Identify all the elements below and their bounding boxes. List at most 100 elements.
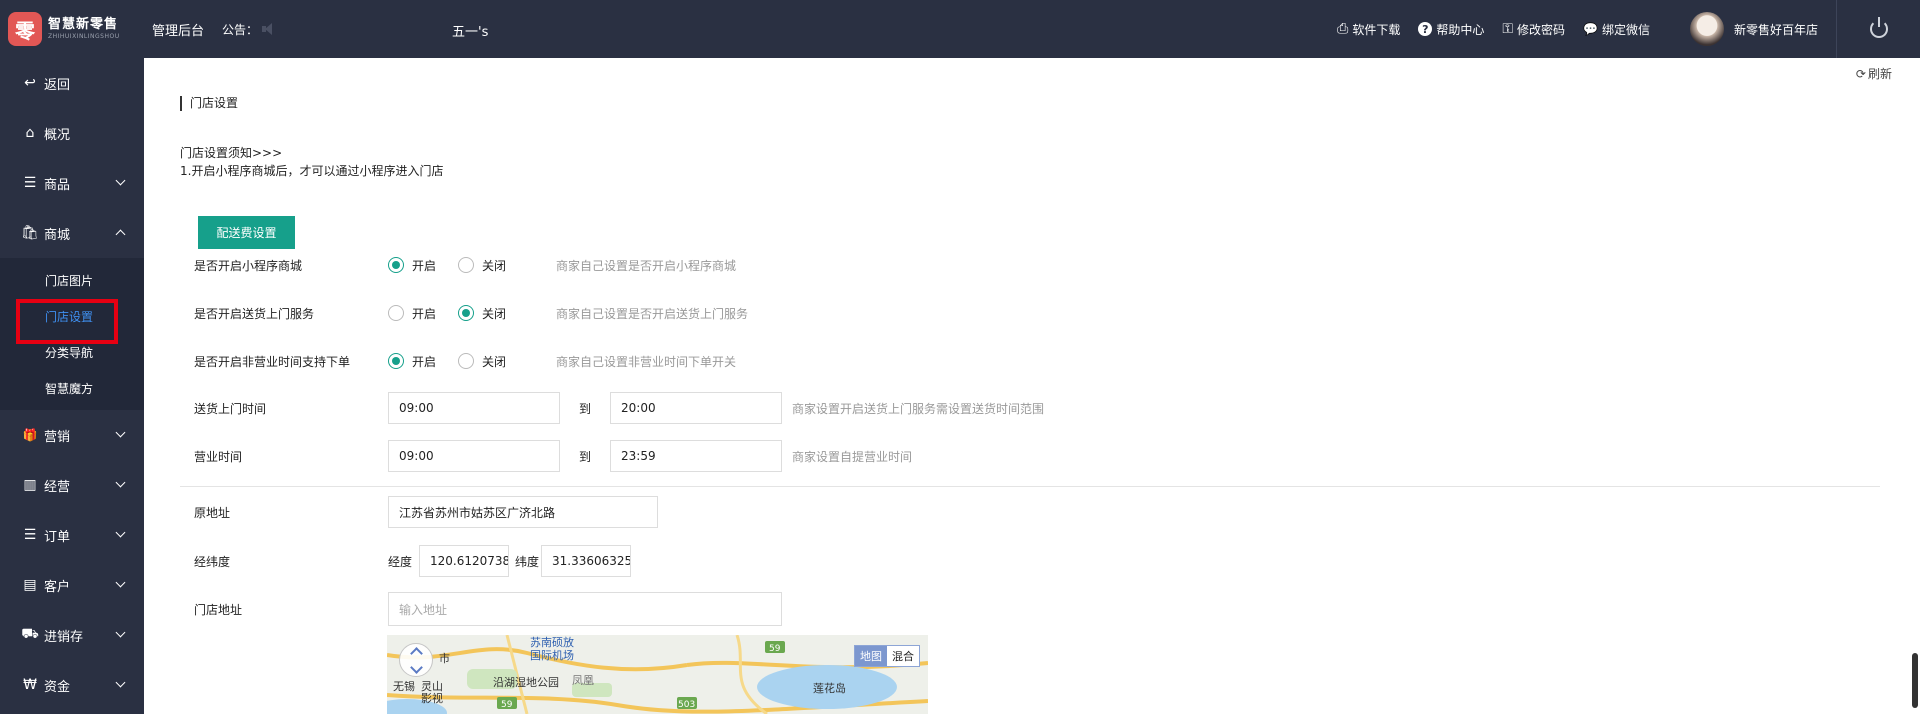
row-hint: 商家设置开启送货上门服务需设置送货时间范围 xyxy=(792,401,1045,416)
sidebar-subitem-store-settings[interactable]: 门店设置 xyxy=(0,298,144,344)
sidebar-subitem-smart-cube[interactable]: 智慧魔方 xyxy=(0,370,144,406)
map[interactable]: 市 苏南硕放 国际机场 无锡 影视 灵山 沿湖湿地公园 凤凰 莲花岛 59 59… xyxy=(387,635,928,714)
map-label: 无锡 xyxy=(393,680,415,693)
main-content: ⟳ 刷新 门店设置 门店设置须知>>> 1.开启小程序商城后，才可以通过小程序进… xyxy=(144,58,1920,714)
notice-scroll-text[interactable]: 五一's xyxy=(452,21,488,40)
to-label: 到 xyxy=(578,449,591,464)
original-address-input[interactable]: 江苏省苏州市姑苏区广济北路 xyxy=(388,496,658,528)
sidebar-item-overview[interactable]: ⌂ 概况 xyxy=(0,108,144,158)
sidebar-item-inventory[interactable]: ⛟ 进销存 xyxy=(0,610,144,660)
bind-wechat-link[interactable]: 💬 绑定微信 xyxy=(1583,21,1650,38)
home-delivery-off-radio[interactable]: 关闭 xyxy=(458,305,506,322)
chevron-down-icon xyxy=(115,677,126,688)
sidebar-item-back[interactable]: ↩ 返回 xyxy=(0,58,144,108)
help-center-link[interactable]: ? 帮助中心 xyxy=(1418,21,1484,38)
key-icon: ⚿ xyxy=(1502,21,1513,37)
delivery-time-row: 送货上门时间 09:00 到 20:00 商家设置开启送货上门服务需设置送货时间… xyxy=(194,392,1044,424)
logo[interactable]: 零 智慧新零售 ZHIHUIXINLINGSHOU xyxy=(0,0,144,58)
delivery-start-time-input[interactable]: 09:00 xyxy=(388,392,560,424)
row-hint: 商家设置自提营业时间 xyxy=(792,449,913,464)
yen-icon: ₩ xyxy=(23,677,37,693)
help-icon: ? xyxy=(1418,22,1433,36)
radio-dot xyxy=(388,353,404,369)
chevron-down-icon xyxy=(115,175,126,186)
sidebar-item-orders[interactable]: ☰ 订单 xyxy=(0,510,144,560)
speaker-icon xyxy=(262,23,276,35)
sidebar-item-operation[interactable]: ▥ 经营 xyxy=(0,460,144,510)
list-icon: ☰ xyxy=(23,175,37,191)
bar-chart-icon: ▥ xyxy=(23,477,37,493)
business-end-time-input[interactable]: 23:59 xyxy=(610,440,782,472)
row-label: 经纬度 xyxy=(194,554,231,569)
power-icon xyxy=(1869,17,1888,38)
mini-program-mall-off-radio[interactable]: 关闭 xyxy=(458,257,506,274)
latitude-input[interactable]: 31.336063253 xyxy=(541,545,632,577)
row-hint: 商家自己设置是否开启送货上门服务 xyxy=(556,306,749,321)
sidebar-item-customers[interactable]: ▤ 客户 xyxy=(0,560,144,610)
chevron-down-icon xyxy=(115,427,126,438)
map-label: 沿湖湿地公园 xyxy=(493,676,559,689)
list-icon: ☰ xyxy=(23,527,37,543)
sidebar-item-goods[interactable]: ☰ 商品 xyxy=(0,158,144,208)
shopping-bag-icon: 🛍 xyxy=(21,225,39,241)
row-label: 是否开启送货上门服务 xyxy=(194,306,315,321)
delivery-end-time-input[interactable]: 20:00 xyxy=(610,392,782,424)
scrollbar[interactable] xyxy=(1912,653,1918,708)
sidebar-subitem-category-nav[interactable]: 分类导航 xyxy=(0,334,144,370)
change-password-link[interactable]: ⚿ 修改密码 xyxy=(1502,21,1565,38)
chevron-down-icon xyxy=(115,477,126,488)
off-hours-order-on-radio[interactable]: 开启 xyxy=(388,353,436,370)
map-mode-button[interactable]: 地图 xyxy=(855,646,887,666)
chevron-up-icon xyxy=(115,229,126,240)
chevron-down-icon xyxy=(115,627,126,638)
avatar xyxy=(1689,12,1724,46)
sidebar-subitem-store-images[interactable]: 门店图片 xyxy=(0,262,144,298)
off-hours-order-row: 是否开启非营业时间支持下单 开启 关闭 商家自己设置非营业时间下单开关 xyxy=(194,349,736,373)
longitude-label: 经度 xyxy=(388,554,413,569)
logout-button[interactable] xyxy=(1836,0,1920,58)
sidebar-item-funds[interactable]: ₩ 资金 xyxy=(0,660,144,710)
sidebar-item-marketing[interactable]: 🎁 营销 xyxy=(0,410,144,460)
top-bar: 零 智慧新零售 ZHIHUIXINLINGSHOU 管理后台 公告： 五一's … xyxy=(0,0,1920,58)
map-label: 莲花岛 xyxy=(813,682,846,695)
user-menu[interactable]: 新零售好百年店 xyxy=(1689,12,1818,46)
map-label: 灵山 xyxy=(421,680,443,693)
settings-notice-heading: 门店设置须知>>> xyxy=(180,146,283,160)
map-label: 凤凰 xyxy=(572,674,594,687)
back-arrow-icon: ↩ xyxy=(24,75,36,91)
row-label: 原地址 xyxy=(194,505,231,520)
notice-label: 公告： xyxy=(222,22,259,37)
radio-dot xyxy=(388,305,404,321)
home-icon: ⌂ xyxy=(25,125,35,141)
delivery-fee-settings-button[interactable]: 配送费设置 xyxy=(198,216,295,249)
longitude-input[interactable]: 120.61207389 xyxy=(419,545,510,577)
mini-program-mall-row: 是否开启小程序商城 开启 关闭 商家自己设置是否开启小程序商城 xyxy=(194,253,736,277)
notice: 公告： xyxy=(222,21,276,38)
hybrid-mode-button[interactable]: 混合 xyxy=(887,646,919,666)
store-address-input[interactable]: 输入地址 xyxy=(388,592,782,626)
user-name: 新零售好百年店 xyxy=(1733,22,1818,37)
home-delivery-row: 是否开启送货上门服务 开启 关闭 商家自己设置是否开启送货上门服务 xyxy=(194,301,748,325)
row-hint: 商家自己设置非营业时间下单开关 xyxy=(556,354,737,369)
store-address-row: 门店地址 输入地址 xyxy=(194,592,782,626)
row-label: 送货上门时间 xyxy=(194,401,267,416)
admin-title: 管理后台 xyxy=(152,23,205,39)
off-hours-order-off-radio[interactable]: 关闭 xyxy=(458,353,506,370)
radio-dot xyxy=(458,257,475,273)
map-pan-control[interactable] xyxy=(399,643,433,677)
refresh-button[interactable]: ⟳ 刷新 xyxy=(1856,65,1892,82)
settings-notice-line: 1.开启小程序商城后，才可以通过小程序进入门店 xyxy=(180,164,444,178)
business-start-time-input[interactable]: 09:00 xyxy=(388,440,560,472)
row-label: 是否开启小程序商城 xyxy=(194,258,303,273)
map-canvas[interactable] xyxy=(387,635,928,714)
radio-dot xyxy=(388,257,404,273)
map-label: 市 xyxy=(439,652,450,665)
road-number: 59 xyxy=(501,700,513,710)
logo-subtext: ZHIHUIXINLINGSHOU xyxy=(48,33,120,40)
software-download-link[interactable]: ⎙ 软件下载 xyxy=(1337,21,1400,38)
row-hint: 商家自己设置是否开启小程序商城 xyxy=(556,258,737,273)
sidebar-item-mall[interactable]: 🛍 商城 xyxy=(0,208,144,258)
chevron-down-icon xyxy=(115,577,126,588)
mini-program-mall-on-radio[interactable]: 开启 xyxy=(388,257,436,274)
home-delivery-on-radio[interactable]: 开启 xyxy=(388,305,436,322)
